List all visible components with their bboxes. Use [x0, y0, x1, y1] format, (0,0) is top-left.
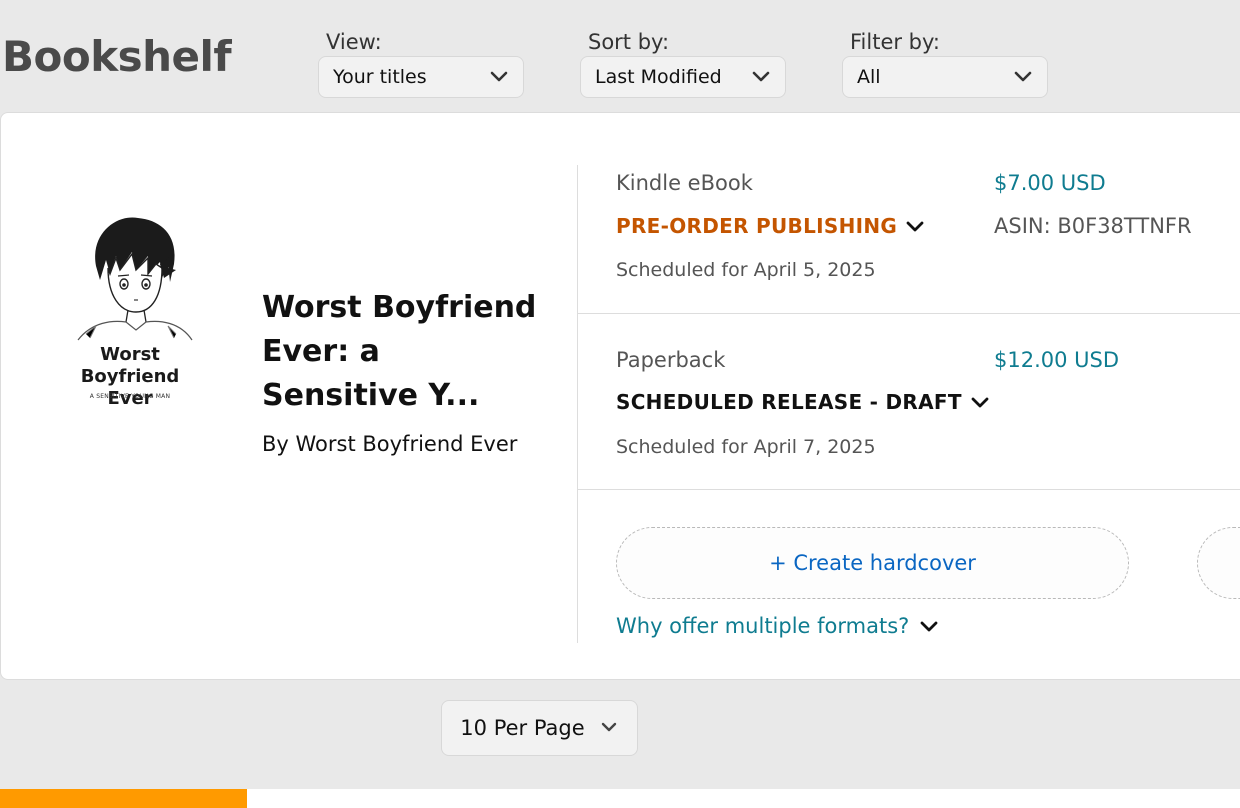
book-title[interactable]: Worst Boyfriend Ever: a Sensitive Y...	[262, 286, 542, 418]
filter-label: Filter by:	[850, 30, 940, 54]
filter-select[interactable]: All	[842, 56, 1048, 98]
sort-select[interactable]: Last Modified	[580, 56, 786, 98]
chevron-down-icon	[601, 722, 616, 732]
cover-title: Worst Boyfriend Ever	[80, 344, 180, 409]
view-select-value: Your titles	[333, 66, 427, 88]
chevron-down-icon	[752, 71, 770, 82]
view-label: View:	[326, 30, 382, 54]
format-status-label: SCHEDULED RELEASE - DRAFT	[616, 390, 962, 414]
sort-select-value: Last Modified	[595, 66, 722, 88]
format-scheduled-paperback: Scheduled for April 7, 2025	[616, 436, 876, 458]
format-status-label: PRE-ORDER PUBLISHING	[616, 214, 898, 238]
format-status-dropdown-kindle[interactable]: PRE-ORDER PUBLISHING	[616, 214, 925, 238]
footer-accent-bar	[0, 789, 247, 808]
book-author: By Worst Boyfriend Ever	[262, 432, 518, 456]
sort-control: Sort by: Last Modified	[580, 30, 786, 98]
format-name-kindle: Kindle eBook	[616, 171, 753, 195]
chevron-down-icon	[906, 221, 924, 232]
format-scheduled-kindle: Scheduled for April 5, 2025	[616, 259, 876, 281]
format-price-paperback[interactable]: $12.00 USD	[994, 348, 1119, 372]
cover-illustration	[77, 217, 193, 341]
filter-select-value: All	[857, 66, 881, 88]
page-title: Bookshelf	[2, 32, 232, 81]
why-multiple-formats-link[interactable]: Why offer multiple formats?	[616, 614, 939, 638]
divider	[577, 165, 578, 643]
asin-label: ASIN: B0F38TTNFR	[994, 214, 1192, 238]
cover-subtitle: A SENSITIVE YOUNG MAN	[89, 393, 171, 400]
why-link-label: Why offer multiple formats?	[616, 614, 910, 638]
sort-label: Sort by:	[588, 30, 670, 54]
chevron-down-icon	[920, 621, 938, 632]
view-control: View: Your titles	[318, 30, 524, 98]
divider	[578, 489, 1240, 490]
create-hardcover-button[interactable]: + Create hardcover	[616, 527, 1129, 599]
format-price-kindle[interactable]: $7.00 USD	[994, 171, 1106, 195]
divider	[578, 313, 1240, 314]
book-cover[interactable]: Worst Boyfriend Ever A SENSITIVE YOUNG M…	[56, 204, 206, 416]
chevron-down-icon	[1014, 71, 1032, 82]
footer-bar	[247, 789, 1240, 808]
view-select[interactable]: Your titles	[318, 56, 524, 98]
per-page-value: 10 Per Page	[460, 716, 585, 740]
format-name-paperback: Paperback	[616, 348, 726, 372]
bookshelf-header: Bookshelf View: Your titles Sort by: Las…	[0, 0, 1240, 128]
filter-control: Filter by: All	[842, 30, 1048, 98]
chevron-down-icon	[490, 71, 508, 82]
per-page-select[interactable]: 10 Per Page	[441, 700, 638, 756]
chevron-down-icon	[971, 397, 989, 408]
format-status-dropdown-paperback[interactable]: SCHEDULED RELEASE - DRAFT	[616, 390, 990, 414]
